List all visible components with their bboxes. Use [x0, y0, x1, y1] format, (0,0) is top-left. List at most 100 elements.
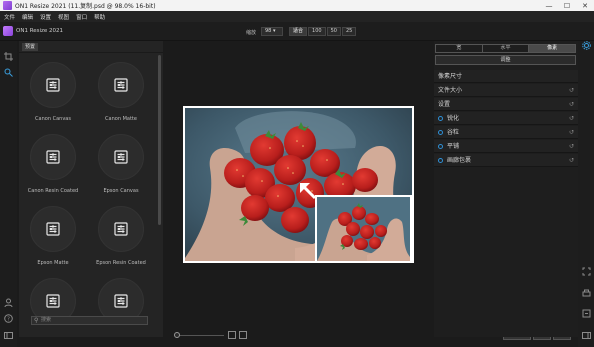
- zoom-50-button[interactable]: 50: [326, 27, 341, 36]
- preset-thumbnail: [30, 62, 76, 108]
- print-icon[interactable]: [582, 289, 591, 298]
- preview-inset-image[interactable]: [315, 195, 412, 263]
- zoom-25-button[interactable]: 25: [341, 27, 357, 36]
- preset-icon: [46, 150, 60, 164]
- preset-item[interactable]: Canon Resin Coated: [19, 134, 87, 194]
- enable-toggle-icon[interactable]: [438, 158, 443, 163]
- preset-icon: [114, 150, 128, 164]
- enable-toggle-icon[interactable]: [438, 130, 443, 135]
- segment-width[interactable]: 宽: [436, 45, 483, 52]
- section-label: 平铺: [447, 143, 460, 150]
- window-controls: — ☐ ✕: [540, 0, 594, 11]
- menu-window[interactable]: 窗口: [76, 13, 87, 21]
- compare-icon[interactable]: [228, 331, 236, 339]
- enable-toggle-icon[interactable]: [438, 116, 443, 121]
- section-label: 画廊包裹: [447, 157, 472, 164]
- preset-item[interactable]: Canon Canvas: [19, 62, 87, 122]
- section-gallery-wrap[interactable]: 画廊包裹 ↺: [434, 154, 578, 167]
- preset-item[interactable]: Epson Canvas: [87, 134, 155, 194]
- reset-icon[interactable]: ↺: [569, 126, 574, 139]
- menu-edit[interactable]: 编辑: [22, 13, 33, 21]
- help-icon[interactable]: ?: [4, 314, 13, 323]
- zoom-tool-icon[interactable]: [4, 68, 13, 77]
- brand-label: ON1 Resize 2021: [16, 28, 64, 34]
- section-sharpen[interactable]: 锐化 ↺: [434, 112, 578, 125]
- reset-icon[interactable]: ↺: [569, 154, 574, 167]
- preset-thumbnail: [98, 206, 144, 252]
- preset-label: Canon Matte: [105, 116, 137, 122]
- enable-toggle-icon[interactable]: [438, 144, 443, 149]
- menu-bar: 文件 编辑 设置 视图 窗口 帮助: [0, 11, 594, 22]
- app-icon: [3, 1, 12, 10]
- svg-text:?: ?: [7, 317, 10, 323]
- preset-icon: [46, 78, 60, 92]
- enlarge-arrow-icon: [300, 183, 317, 200]
- zoom-fit-button[interactable]: 适合: [289, 27, 308, 36]
- menu-help[interactable]: 帮助: [94, 13, 105, 21]
- export-icon[interactable]: [582, 309, 591, 318]
- user-icon[interactable]: [4, 298, 13, 308]
- preset-label: Canon Resin Coated: [27, 188, 79, 194]
- zoom-select[interactable]: 98 ▾: [261, 27, 283, 36]
- right-tool-strip: [578, 41, 594, 347]
- adjust-button[interactable]: 调整: [435, 55, 576, 65]
- title-bar: ON1 Resize 2021 (11.复制.psd @ 98.0% 16-bi…: [0, 0, 594, 11]
- menu-settings[interactable]: 设置: [40, 13, 51, 21]
- preset-icon: [46, 294, 60, 308]
- section-settings[interactable]: 设置 ↺: [434, 98, 578, 111]
- preset-item[interactable]: Epson Resin Coated: [87, 206, 155, 266]
- menu-view[interactable]: 视图: [58, 13, 69, 21]
- segment-horizontal[interactable]: 水平: [483, 45, 530, 52]
- search-placeholder: 搜索: [41, 317, 52, 323]
- preset-label: Canon Canvas: [35, 116, 71, 122]
- settings-panel: 宽 水平 像素 调整 像素尺寸 文件大小 ↺ 设置 ↺ 锐化 ↺ 谷粒 ↺ 平铺…: [434, 41, 578, 337]
- preset-thumbnail: [30, 206, 76, 252]
- maximize-button[interactable]: ☐: [558, 0, 576, 11]
- reset-icon[interactable]: ↺: [569, 98, 574, 111]
- reset-icon[interactable]: ↺: [569, 112, 574, 125]
- section-label: 锐化: [447, 115, 460, 122]
- zoom-value: 98: [265, 28, 272, 34]
- preset-label: Epson Resin Coated: [96, 260, 146, 266]
- orientation-segments: 宽 水平 像素: [435, 44, 576, 53]
- left-tool-strip: ?: [0, 41, 17, 347]
- menu-file[interactable]: 文件: [4, 13, 15, 21]
- panel-toggle-icon[interactable]: [4, 331, 13, 340]
- fullscreen-icon[interactable]: [582, 267, 591, 276]
- zoom-slider-handle[interactable]: [174, 332, 180, 338]
- close-button[interactable]: ✕: [576, 0, 594, 11]
- presets-tab-row: 预置: [19, 41, 163, 53]
- section-pixel-dimensions[interactable]: 像素尺寸: [434, 70, 578, 83]
- preview-toggle-icon[interactable]: [239, 331, 247, 339]
- preset-icon: [46, 222, 60, 236]
- zoom-slider[interactable]: [176, 335, 224, 336]
- minimize-button[interactable]: —: [540, 0, 558, 11]
- preset-thumbnail: [98, 134, 144, 180]
- settings-icon[interactable]: [582, 41, 591, 50]
- app-logo: [3, 26, 13, 36]
- preset-thumbnail: [98, 62, 144, 108]
- zoom-buttons: 适合 100 50 25: [289, 27, 357, 36]
- preset-item[interactable]: Epson Matte: [19, 206, 87, 266]
- zoom-100-button[interactable]: 100: [308, 27, 326, 36]
- reset-icon[interactable]: ↺: [569, 84, 574, 97]
- presets-scrollbar[interactable]: [158, 55, 161, 225]
- presets-panel: 预置 Canon Canvas Canon Matte Canon Resin …: [19, 41, 163, 337]
- preset-item[interactable]: Canon Matte: [87, 62, 155, 122]
- search-icon: ⚲: [34, 317, 39, 324]
- segment-pixels[interactable]: 像素: [529, 45, 576, 52]
- preset-icon: [114, 222, 128, 236]
- preset-label: Epson Matte: [37, 260, 69, 266]
- tab-presets[interactable]: 预置: [22, 43, 39, 51]
- section-label: 谷粒: [447, 129, 460, 136]
- panel-toggle-right-icon[interactable]: [582, 331, 591, 340]
- preset-search-input[interactable]: ⚲ 搜索: [31, 316, 148, 325]
- reset-icon[interactable]: ↺: [569, 140, 574, 153]
- section-label: 文件大小: [438, 87, 463, 94]
- section-grain[interactable]: 谷粒 ↺: [434, 126, 578, 139]
- section-label: 像素尺寸: [438, 73, 463, 80]
- section-file-size[interactable]: 文件大小 ↺: [434, 84, 578, 97]
- crop-icon[interactable]: [4, 52, 13, 61]
- section-tiling[interactable]: 平铺 ↺: [434, 140, 578, 153]
- top-toolbar: ON1 Resize 2021 缩放 98 ▾ 适合 100 50 25: [0, 22, 594, 41]
